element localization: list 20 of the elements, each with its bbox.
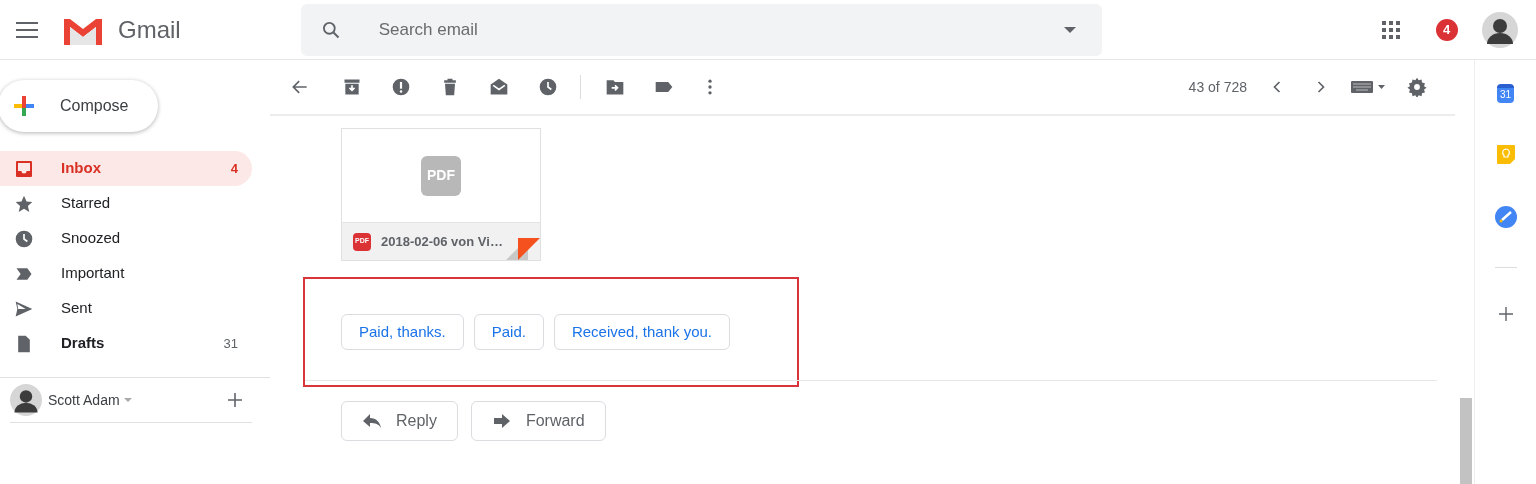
app-name: Gmail: [118, 14, 181, 45]
reply-button[interactable]: Reply: [341, 401, 458, 441]
smart-reply-chip[interactable]: Received, thank you.: [553, 314, 730, 350]
sidebar-item[interactable]: Important: [0, 256, 252, 291]
pdf-preview-icon: PDF: [421, 155, 461, 196]
smart-reply-chip[interactable]: Paid, thanks.: [341, 314, 464, 350]
pagination-text: 43 of 728: [1188, 77, 1247, 97]
sidebar-item[interactable]: Snoozed: [0, 221, 252, 256]
sidebar-item[interactable]: Drafts 31: [0, 326, 252, 361]
smart-reply-chip[interactable]: Paid.: [473, 314, 544, 350]
forward-button[interactable]: Forward: [470, 401, 606, 441]
file-name: 2018-02-06 von Vi…: [381, 232, 503, 251]
sidebar-item[interactable]: Sent: [0, 291, 252, 326]
account-name[interactable]: Scott Adam: [48, 389, 120, 411]
search-field[interactable]: Search email: [300, 3, 1102, 56]
sidebar-item[interactable]: Starred: [0, 186, 252, 221]
compose-button[interactable]: Compose: [0, 80, 158, 132]
notification-badge[interactable]: 4: [1435, 18, 1458, 41]
sidebar-item[interactable]: Inbox 4: [0, 151, 252, 186]
calendar-icon[interactable]: 31: [1497, 84, 1514, 103]
